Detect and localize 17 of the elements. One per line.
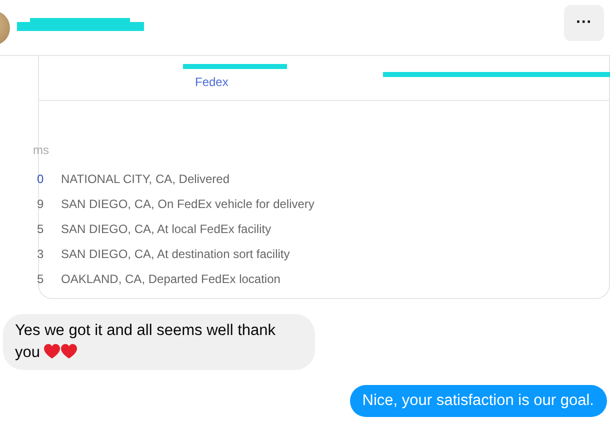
time-text: 5 bbox=[37, 222, 45, 236]
message-bubble: Nice, your satisfaction is our goal. bbox=[350, 385, 607, 417]
carrier-link[interactable]: Fedex bbox=[195, 75, 228, 89]
heart-icon bbox=[44, 344, 60, 359]
tracking-event: SAN DIEGO, CA, On FedEx vehicle for delivery bbox=[61, 197, 314, 211]
tracking-event: NATIONAL CITY, CA, Delivered bbox=[61, 172, 230, 186]
tracking-event: SAN DIEGO, CA, At destination sort facility bbox=[61, 247, 290, 261]
tracking-event: OAKLAND, CA, Departed FedEx location bbox=[61, 272, 280, 286]
heart-icon bbox=[61, 344, 78, 359]
column-heading: ms bbox=[33, 143, 50, 157]
tracking-event: SAN DIEGO, CA, At local FedEx facility bbox=[61, 222, 272, 236]
more-button[interactable]: ··· bbox=[564, 4, 604, 40]
time-text: 3 bbox=[37, 247, 45, 261]
time-text: 9 bbox=[37, 197, 45, 211]
message-bubble: Yes we got it and all seems well thank you bbox=[3, 314, 315, 370]
time-text: 0 bbox=[37, 172, 45, 186]
time-text: 5 bbox=[37, 272, 45, 286]
